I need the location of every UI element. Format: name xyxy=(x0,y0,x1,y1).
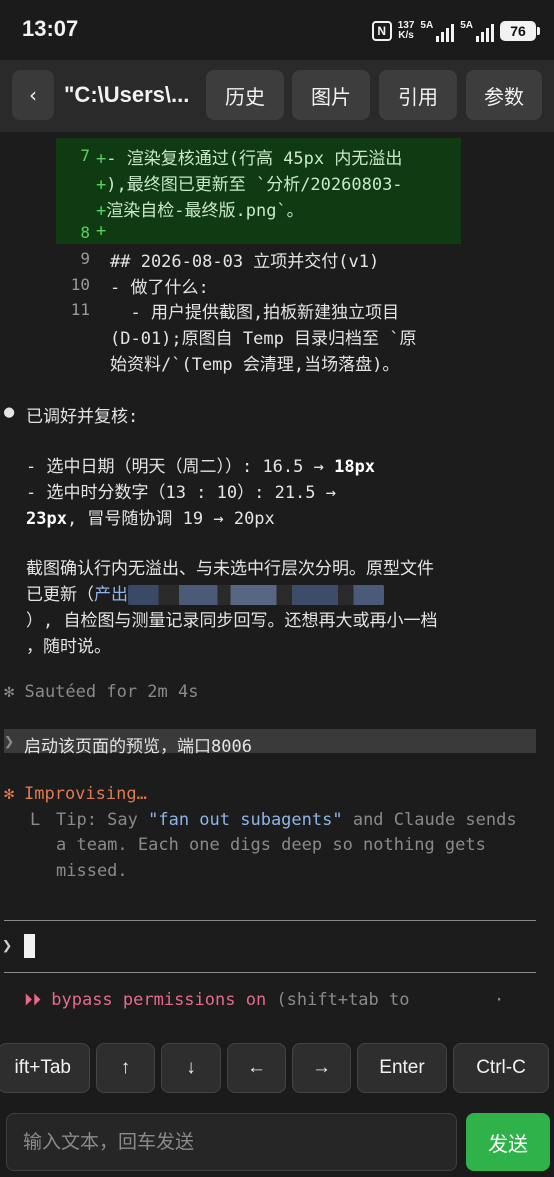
text-cursor xyxy=(24,934,35,958)
input-divider-bottom xyxy=(4,972,536,973)
working-status: Improvising… xyxy=(24,784,147,804)
right-arrow-key[interactable]: → xyxy=(292,1043,351,1093)
bypass-icon: ⏵⏵ xyxy=(24,990,41,1010)
message-input[interactable] xyxy=(6,1113,457,1171)
session-path-title: "C:\Users\... xyxy=(64,82,190,107)
status-dot: · xyxy=(494,990,505,1010)
tip-text: a team. Each one digs deep so nothing ge… xyxy=(56,835,486,855)
diff-line: +),最终图已更新至 `分析/20260803- xyxy=(96,175,403,195)
status-icons: N 137 K/s 5A 5A 76 xyxy=(371,18,540,44)
line-number: 7 xyxy=(80,146,90,165)
terminal-output[interactable]: 7 +- 渲染复核通过(行高 45px 内无溢出 +),最终图已更新至 `分析/… xyxy=(0,132,554,1042)
tip-text: missed. xyxy=(56,861,128,881)
line-number: 10 xyxy=(70,275,90,294)
summary-paragraph: 已更新（产出█████████████████████████ xyxy=(26,580,384,605)
elapsed-status: ✻ Sautéed for 2m 4s xyxy=(4,682,199,702)
tip-corner: L xyxy=(30,810,41,830)
nfc-icon: N xyxy=(371,21,392,41)
signal-icon: 5A xyxy=(420,20,455,42)
permission-mode-status[interactable]: ⏵⏵ bypass permissions on (shift+tab to xyxy=(24,990,409,1010)
summary-heading: 已调好并复核: xyxy=(26,407,139,427)
quote-button[interactable]: 引用 xyxy=(379,70,457,120)
file-link[interactable]: 产出 xyxy=(94,585,128,605)
summary-paragraph: 截图确认行内无溢出、与未选中行层次分明。原型文件 xyxy=(26,559,434,579)
network-speed-unit: K/s xyxy=(398,30,414,41)
diff-line: +渲染自检-最终版.png`。 xyxy=(96,201,304,221)
context-line: - 做了什么: xyxy=(110,278,209,298)
tip-text: Tip: Say "fan out subagents" and Claude … xyxy=(56,810,517,830)
input-bar: 发送 xyxy=(0,1106,554,1177)
redacted-path: █████████████████████████ xyxy=(128,585,384,605)
history-button[interactable]: 历史 xyxy=(206,70,284,120)
special-keys-bar: ift+Tab ↑ ↓ ← → Enter Ctrl-C xyxy=(0,1042,554,1106)
summary-item-cont: 23px, 冒号随协调 19 → 20px xyxy=(26,509,275,529)
sim1-label: 5A xyxy=(420,20,434,31)
summary-item: - 选中日期（明天（周二））: 16.5 → 18px xyxy=(26,457,376,477)
summary-paragraph: ，随时说。 xyxy=(26,637,111,657)
params-button[interactable]: 参数 xyxy=(466,70,542,120)
diff-line: +- 渲染复核通过(行高 45px 内无溢出 xyxy=(96,149,403,169)
context-line: 始资料/`(Temp 会清理,当场落盘)。 xyxy=(110,355,400,375)
line-number: 8 xyxy=(80,223,90,242)
signal-icon-2: 5A xyxy=(460,20,494,42)
queued-prompt-text: 启动该页面的预览，端口8006 xyxy=(24,737,252,757)
spinner-icon: ✻ xyxy=(4,784,15,804)
input-divider-top xyxy=(4,920,536,921)
battery-icon: 76 xyxy=(500,21,540,41)
clock: 13:07 xyxy=(22,16,79,41)
line-number: 11 xyxy=(70,300,90,319)
context-line: ## 2026-08-03 立项并交付(v1) xyxy=(110,252,380,272)
app-header: ‹ "C:\Users\... 历史 图片 引用 参数 xyxy=(0,60,554,132)
image-button[interactable]: 图片 xyxy=(292,70,370,120)
left-arrow-key[interactable]: ← xyxy=(227,1043,286,1093)
prompt-chevron-icon: ❯ xyxy=(4,732,15,752)
network-speed: 137 K/s xyxy=(398,21,415,41)
down-arrow-key[interactable]: ↓ xyxy=(161,1043,221,1093)
diff-line: + xyxy=(96,221,107,241)
context-line: (D-01);原图自 Temp 目录归档至 `原 xyxy=(110,329,417,349)
line-number: 9 xyxy=(80,249,90,268)
up-arrow-key[interactable]: ↑ xyxy=(96,1043,155,1093)
sim2-label: 5A xyxy=(460,20,473,31)
response-bullet: ● xyxy=(4,402,15,422)
summary-item: - 选中时分数字（13 : 10）: 21.5 → xyxy=(26,483,336,503)
enter-key[interactable]: Enter xyxy=(357,1043,447,1093)
back-button[interactable]: ‹ xyxy=(12,70,54,120)
context-line: - 用户提供截图,拍板新建独立项目 xyxy=(110,303,400,323)
send-button[interactable]: 发送 xyxy=(466,1113,550,1171)
summary-paragraph: ）, 自检图与测量记录同步回写。还想再大或再小一档 xyxy=(26,611,438,631)
status-bar: 13:07 N 137 K/s 5A 5A 76 xyxy=(0,0,554,60)
shift-tab-key[interactable]: ift+Tab xyxy=(0,1043,90,1093)
ctrl-c-key[interactable]: Ctrl-C xyxy=(453,1043,549,1093)
input-prompt-icon: ❯ xyxy=(2,936,13,956)
